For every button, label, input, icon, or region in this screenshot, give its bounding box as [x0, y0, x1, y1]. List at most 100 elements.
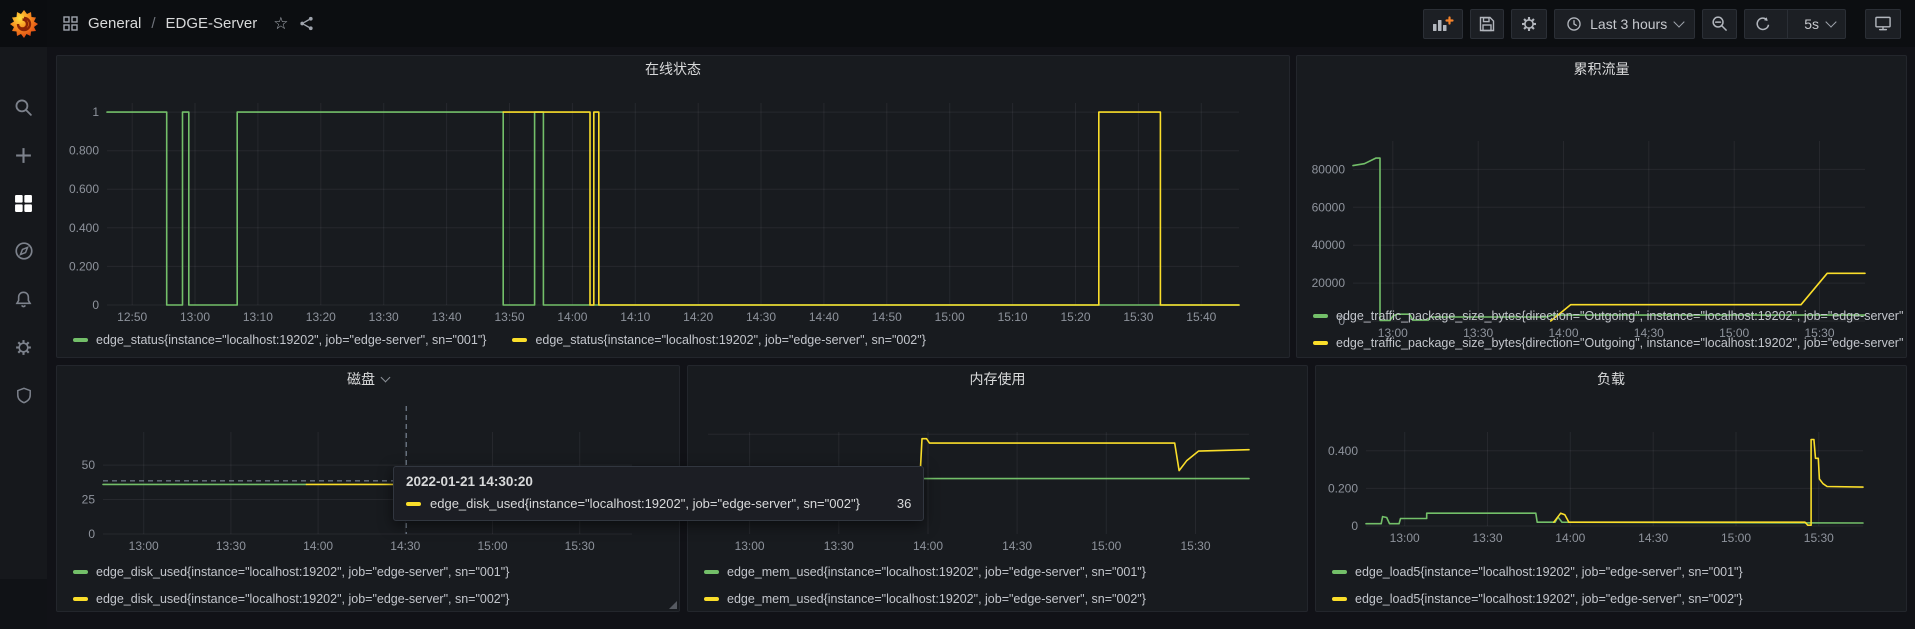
legend-item[interactable]: edge_load5{instance="localhost:19202", j… — [1332, 585, 1743, 612]
svg-text:0: 0 — [1351, 519, 1358, 533]
svg-text:15:00: 15:00 — [1091, 539, 1121, 553]
cycle-view-mode-button[interactable] — [1865, 9, 1901, 39]
svg-text:13:00: 13:00 — [180, 310, 210, 323]
search-icon — [14, 98, 33, 117]
breadcrumb-divider: / — [151, 15, 155, 32]
series-color-dash — [1332, 570, 1347, 574]
svg-text:15:30: 15:30 — [1123, 310, 1153, 323]
legend-item[interactable]: edge_disk_used{instance="localhost:19202… — [73, 585, 509, 612]
tooltip-timestamp: 2022-01-21 14:30:20 — [406, 474, 911, 489]
legend-item[interactable]: edge_mem_used{instance="localhost:19202"… — [704, 558, 1146, 585]
sidebar-item-explore[interactable] — [0, 227, 47, 275]
legend-item[interactable]: edge_status{instance="localhost:19202", … — [512, 326, 925, 353]
svg-text:0.600: 0.600 — [69, 182, 99, 196]
svg-text:15:30: 15:30 — [1804, 531, 1834, 545]
breadcrumb-dashboard-title[interactable]: EDGE-Server — [166, 15, 258, 32]
add-panel-button[interactable] — [1423, 9, 1463, 39]
legend-item[interactable]: edge_status{instance="localhost:19202", … — [73, 326, 486, 353]
series-color-dash — [704, 597, 719, 601]
legend-item[interactable]: edge_traffic_package_size_bytes{directio… — [1313, 302, 1903, 329]
sidebar-item-server-admin[interactable] — [0, 371, 47, 419]
panel-legend: edge_disk_used{instance="localhost:19202… — [73, 558, 509, 612]
panel-title[interactable]: 累积流量 — [1297, 56, 1906, 82]
legend-label: edge_traffic_package_size_bytes{directio… — [1336, 336, 1903, 350]
svg-text:40000: 40000 — [1312, 238, 1346, 252]
svg-text:1: 1 — [92, 105, 99, 119]
svg-text:15:00: 15:00 — [477, 539, 507, 553]
sidebar-item-configuration[interactable] — [0, 323, 47, 371]
svg-text:15:30: 15:30 — [1180, 539, 1210, 553]
svg-text:14:20: 14:20 — [683, 310, 713, 323]
configuration-gear-icon — [14, 338, 33, 357]
panel-resize-handle[interactable] — [669, 601, 677, 609]
tooltip-series-label: edge_disk_used{instance="localhost:19202… — [430, 496, 860, 511]
svg-text:14:30: 14:30 — [1638, 531, 1668, 545]
svg-text:14:00: 14:00 — [1555, 531, 1585, 545]
svg-text:13:00: 13:00 — [735, 539, 765, 553]
svg-text:13:10: 13:10 — [243, 310, 273, 323]
svg-text:14:00: 14:00 — [303, 539, 333, 553]
panel-cumulative-traffic: 累积流量 13:0013:3014:0014:3015:0015:3080000… — [1296, 55, 1907, 358]
time-range-picker[interactable]: Last 3 hours — [1554, 9, 1695, 39]
panel-title[interactable]: 内存使用 — [688, 366, 1307, 392]
svg-text:15:00: 15:00 — [1721, 531, 1751, 545]
svg-text:14:40: 14:40 — [809, 310, 839, 323]
svg-text:15:10: 15:10 — [998, 310, 1028, 323]
legend-item[interactable]: edge_disk_used{instance="localhost:19202… — [73, 558, 509, 585]
admin-shield-icon — [15, 386, 33, 405]
sidebar-item-create[interactable] — [0, 131, 47, 179]
legend-item[interactable]: edge_traffic_package_size_bytes{directio… — [1313, 329, 1903, 356]
svg-text:14:30: 14:30 — [1002, 539, 1032, 553]
series-color-dash — [1313, 314, 1328, 318]
save-dashboard-button[interactable] — [1470, 9, 1504, 39]
refresh-picker[interactable]: 5s — [1744, 9, 1846, 39]
grafana-logo[interactable] — [0, 0, 47, 47]
refresh-interval-label: 5s — [1804, 16, 1819, 32]
svg-text:13:20: 13:20 — [306, 310, 336, 323]
svg-text:13:30: 13:30 — [824, 539, 854, 553]
legend-label: edge_status{instance="localhost:19202", … — [535, 333, 925, 347]
series-color-dash — [73, 570, 88, 574]
sidebar-item-dashboards[interactable] — [0, 179, 47, 227]
dashboard-settings-button[interactable] — [1511, 9, 1547, 39]
legend-label: edge_load5{instance="localhost:19202", j… — [1355, 592, 1743, 606]
legend-item[interactable]: edge_load5{instance="localhost:19202", j… — [1332, 558, 1743, 585]
tooltip-series-row: edge_disk_used{instance="localhost:19202… — [406, 496, 911, 511]
svg-text:12:50: 12:50 — [117, 310, 147, 323]
breadcrumb-folder[interactable]: General — [88, 15, 141, 32]
star-icon[interactable]: ☆ — [273, 14, 288, 34]
svg-text:0.400: 0.400 — [1328, 444, 1358, 458]
panel-title[interactable]: 在线状态 — [57, 56, 1289, 82]
plus-icon — [14, 146, 33, 165]
svg-text:13:00: 13:00 — [129, 539, 159, 553]
zoom-out-icon — [1711, 15, 1728, 32]
tooltip-value: 36 — [897, 496, 911, 511]
sidebar-item-alerting[interactable] — [0, 275, 47, 323]
svg-text:14:50: 14:50 — [872, 310, 902, 323]
explore-compass-icon — [14, 241, 34, 261]
panel-title[interactable]: 磁盘 — [57, 366, 679, 392]
svg-text:0.200: 0.200 — [69, 259, 99, 273]
svg-text:0.200: 0.200 — [1328, 481, 1358, 495]
chevron-down-icon — [1825, 16, 1836, 27]
timeseries-chart-online-status[interactable]: 12:5013:0013:1013:2013:3013:4013:5014:00… — [57, 82, 1289, 323]
panel-title[interactable]: 负载 — [1316, 366, 1906, 392]
panel-load: 负载 13:0013:3014:0014:3015:0015:300.4000.… — [1315, 365, 1907, 612]
sidebar-item-search[interactable] — [0, 83, 47, 131]
svg-text:14:30: 14:30 — [746, 310, 776, 323]
svg-text:20000: 20000 — [1312, 276, 1346, 290]
svg-text:15:20: 15:20 — [1060, 310, 1090, 323]
panel-legend: edge_mem_used{instance="localhost:19202"… — [704, 558, 1146, 612]
legend-label: edge_mem_used{instance="localhost:19202"… — [727, 592, 1146, 606]
dashboards-icon — [14, 194, 33, 213]
share-icon[interactable] — [298, 15, 315, 32]
timeseries-chart-load[interactable]: 13:0013:3014:0014:3015:0015:300.4000.200… — [1316, 392, 1906, 556]
divider — [1787, 10, 1788, 38]
zoom-out-button[interactable] — [1702, 9, 1737, 39]
add-panel-icon — [1432, 16, 1454, 32]
legend-item[interactable]: edge_mem_used{instance="localhost:19202"… — [704, 585, 1146, 612]
tv-icon — [1874, 15, 1892, 32]
svg-text:13:30: 13:30 — [369, 310, 399, 323]
svg-text:15:30: 15:30 — [565, 539, 595, 553]
panel-menu-chevron-icon[interactable] — [381, 373, 391, 383]
